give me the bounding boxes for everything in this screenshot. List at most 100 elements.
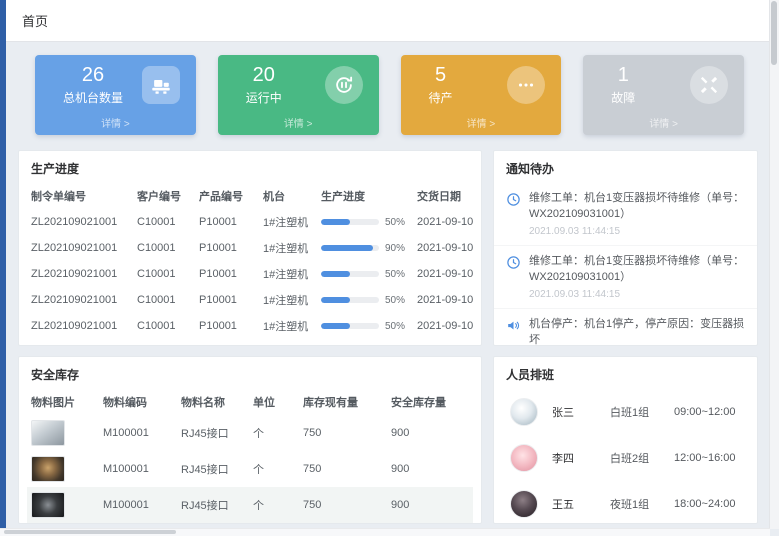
person-shift: 夜班1组 [610,496,674,512]
notice-item[interactable]: 维修工单：机台1变压器损坏待维修（单号：WX202109031001） 2021… [494,246,757,309]
stat-label: 待产 [429,89,453,106]
person-name: 李四 [552,450,610,466]
clock-icon [506,192,521,237]
machine-icon [142,66,180,104]
clock-icon [506,255,521,300]
avatar [510,490,538,518]
progress-bar [321,323,379,329]
cell-on-hand-qty: 750 [299,415,387,451]
cell-progress: 50% [317,313,413,339]
detail-link[interactable]: 详情 > [417,112,546,132]
material-photo [31,492,65,518]
cell-customer-no: C10001 [133,287,195,313]
cell-safety-qty: 900 [387,415,473,451]
inventory-row[interactable]: M100001 RJ45接口 个 750 900 [27,415,473,451]
standby-icon [507,66,545,104]
cell-product-no: P10001 [195,209,259,235]
cell-delivery-date: 2021-09-10 [413,209,473,235]
col-product-no: 产品编号 [195,183,259,209]
cell-delivery-date: 2021-09-10 [413,235,473,261]
stat-card-top: 20 运行中 [234,64,363,106]
material-photo [31,456,65,482]
detail-link[interactable]: 详情 > [51,112,180,132]
cell-material-code: M100001 [99,415,177,451]
stat-card-top: 5 待产 [417,64,546,106]
inventory-row[interactable]: M100001 RJ45接口 个 750 900 [27,451,473,487]
progress-bar [321,219,379,225]
notice-text: 维修工单：机台1变压器损坏待维修（单号：WX202109031001） [529,191,745,223]
stat-info: 1 故障 [599,64,635,106]
cell-order-no: ZL202109021001 [27,261,133,287]
production-table: 制令单编号 客户编号 产品编号 机台 生产进度 交货日期 ZL202109021… [27,183,473,339]
cell-material-name: RJ45接口 [177,415,249,451]
progress-label: 50% [385,295,405,306]
notice-body: 维修工单：机台1变压器损坏待维修（单号：WX202109031001） 2021… [529,254,745,300]
col-unit: 单位 [249,389,299,415]
stat-card-running[interactable]: 20 运行中 详情 > [218,55,379,135]
person-shift: 白班1组 [610,404,674,420]
notice-body: 维修工单：机台1变压器损坏待维修（单号：WX202109031001） 2021… [529,191,745,237]
col-order-no: 制令单编号 [27,183,133,209]
notice-item[interactable]: 维修工单：机台1变压器损坏待维修（单号：WX202109031001） 2021… [494,183,757,246]
cell-progress: 50% [317,261,413,287]
cell-order-no: ZL202109021001 [27,313,133,339]
schedule-row: 王五 夜班1组 18:00~24:00 [494,481,757,524]
stat-card-standby[interactable]: 5 待产 详情 > [401,55,562,135]
col-delivery-date: 交货日期 [413,183,473,209]
progress-bar [321,271,379,277]
panel-title: 安全库存 [19,357,481,389]
detail-link[interactable]: 详情 > [599,112,728,132]
horizontal-scrollbar[interactable] [0,528,770,536]
cell-progress: 90% [317,235,413,261]
avatar [510,444,538,472]
progress-bar [321,297,379,303]
detail-link[interactable]: 详情 > [234,112,363,132]
vertical-scrollbar-thumb[interactable] [771,1,777,65]
cell-product-no: P10001 [195,313,259,339]
cell-unit: 个 [249,415,299,451]
panel-safety-inventory: 安全库存 物料图片 物料编码 物料名称 单位 库存现有量 安全库存量 [18,356,482,524]
tab-home[interactable]: 首页 [22,11,48,30]
stat-card-fault[interactable]: 1 故障 详情 > [583,55,744,135]
cell-unit: 个 [249,487,299,523]
stat-card-total-machines[interactable]: 26 总机台数量 详情 > [35,55,196,135]
cell-machine: 1#注塑机 [259,235,317,261]
production-row[interactable]: ZL202109021001 C10001 P10001 1#注塑机 50% 2… [27,287,473,313]
cell-delivery-date: 2021-09-10 [413,287,473,313]
person-time: 12:00~16:00 [674,452,735,464]
cell-progress: 50% [317,209,413,235]
col-material-name: 物料名称 [177,389,249,415]
cell-product-no: P10001 [195,287,259,313]
stat-label: 运行中 [246,89,282,106]
notice-item[interactable]: 机台停产：机台1停产，停产原因：变压器损坏 2021.09.03 11:44:1… [494,309,757,346]
horizontal-scrollbar-thumb[interactable] [4,530,176,534]
stat-value: 20 [246,64,282,86]
inventory-row[interactable]: M100001 RJ45接口 个 750 900 [27,487,473,523]
panels-grid: 生产进度 制令单编号 客户编号 产品编号 机台 生产进度 交货日期 ZL2021 [6,150,770,524]
progress-label: 50% [385,217,405,228]
progress-label: 50% [385,321,405,332]
topbar: 首页 [6,0,770,42]
col-progress: 生产进度 [317,183,413,209]
production-row[interactable]: ZL202109021001 C10001 P10001 1#注塑机 50% 2… [27,209,473,235]
cell-material-name: RJ45接口 [177,487,249,523]
cell-customer-no: C10001 [133,209,195,235]
cell-unit: 个 [249,451,299,487]
stat-info: 26 总机台数量 [51,64,123,106]
schedule-row: 张三 白班1组 09:00~12:00 [494,389,757,435]
notice-text: 维修工单：机台1变压器损坏待维修（单号：WX202109031001） [529,254,745,286]
production-row[interactable]: ZL202109021001 C10001 P10001 1#注塑机 90% 2… [27,235,473,261]
notice-body: 机台停产：机台1停产，停产原因：变压器损坏 2021.09.03 11:44:1… [529,317,745,346]
cell-material-image [27,487,99,523]
production-row[interactable]: ZL202109021001 C10001 P10001 1#注塑机 50% 2… [27,313,473,339]
cell-material-image [27,451,99,487]
cell-delivery-date: 2021-09-10 [413,313,473,339]
notice-text: 机台停产：机台1停产，停产原因：变压器损坏 [529,317,745,346]
cell-machine: 1#注塑机 [259,261,317,287]
vertical-scrollbar[interactable] [769,0,779,529]
col-customer-no: 客户编号 [133,183,195,209]
cell-customer-no: C10001 [133,235,195,261]
production-row[interactable]: ZL202109021001 C10001 P10001 1#注塑机 50% 2… [27,261,473,287]
sidebar-collapsed-strip[interactable] [0,0,6,529]
stat-info: 20 运行中 [234,64,282,106]
